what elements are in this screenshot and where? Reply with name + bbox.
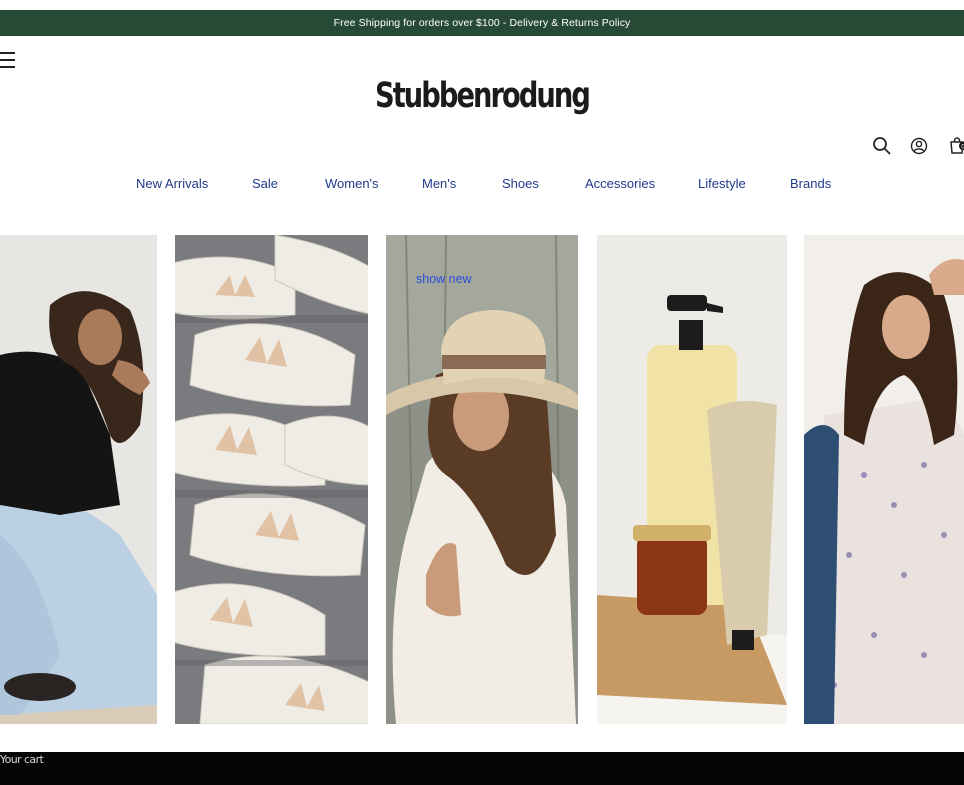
gallery-panel-floral-dress[interactable]: [804, 235, 964, 724]
announcement-text[interactable]: Free Shipping for orders over $100 - Del…: [334, 17, 631, 29]
hero-gallery: [0, 235, 964, 725]
nav-mens[interactable]: Men's: [422, 176, 456, 191]
gallery-panel-woman-denim[interactable]: [0, 235, 157, 724]
nav-shoes[interactable]: Shoes: [502, 176, 539, 191]
nav-new-arrivals[interactable]: New Arrivals: [136, 176, 208, 191]
search-icon[interactable]: [872, 136, 892, 156]
announcement-bar[interactable]: Free Shipping for orders over $100 - Del…: [0, 10, 964, 36]
menu-icon[interactable]: [0, 52, 16, 68]
account-icon[interactable]: [909, 136, 929, 156]
nav-brands[interactable]: Brands: [790, 176, 831, 191]
gallery-panel-sneakers[interactable]: [175, 235, 368, 724]
gallery-panel-products[interactable]: [597, 235, 787, 724]
show-new-link[interactable]: show new: [416, 272, 472, 286]
top-strip: [0, 0, 964, 10]
cart-icon[interactable]: 0: [948, 136, 964, 156]
gallery-panel-sun-hat[interactable]: [386, 235, 578, 724]
nav-accessories[interactable]: Accessories: [585, 176, 655, 191]
nav-lifestyle[interactable]: Lifestyle: [698, 176, 746, 191]
nav-womens[interactable]: Women's: [325, 176, 379, 191]
main-nav: New Arrivals Sale Women's Men's Shoes Ac…: [0, 176, 964, 194]
cart-drawer-text: Your cart: [0, 753, 44, 766]
nav-sale[interactable]: Sale: [252, 176, 278, 191]
brand-logo[interactable]: Stubbenrodung: [106, 76, 858, 116]
bottom-bar: [0, 752, 964, 785]
